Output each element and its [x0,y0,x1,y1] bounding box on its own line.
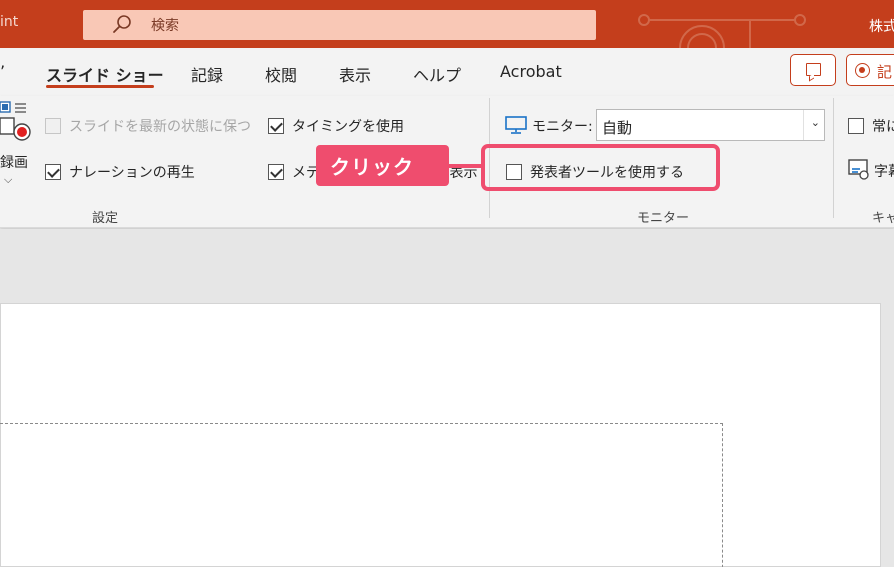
subtitle-settings-label: 字幕 [874,164,894,180]
monitor-select[interactable]: 自動 ⌄ [596,109,825,141]
tab-slideshow[interactable]: スライド ショー [46,62,164,86]
subtitle-settings-icon[interactable] [848,158,870,180]
tab-record[interactable]: 記録 [191,62,223,86]
group-label-monitors: モニター [637,211,690,226]
search-placeholder: 検索 [151,18,179,34]
use-timings-label: タイミングを使用 [292,119,404,135]
play-narrations-option[interactable]: ナレーションの再生 [45,162,195,182]
app-name: int [0,14,19,30]
tab-review[interactable]: 校閲 [265,62,297,86]
account-name[interactable]: 株式 [869,16,894,36]
active-tab-indicator [46,85,154,88]
show-media-controls-checkbox[interactable] [268,164,284,180]
always-use-subtitles-checkbox[interactable] [848,118,864,134]
always-use-subtitles-option[interactable]: 常に [848,116,894,136]
click-callout-text: クリック [330,155,414,179]
use-timings-checkbox[interactable] [268,118,284,134]
keep-slides-updated-checkbox[interactable] [45,118,61,134]
presenter-view-highlight [481,144,720,191]
group-label-setup: 設定 [92,211,119,226]
comments-button[interactable] [790,54,836,86]
slide-placeholder[interactable] [0,423,723,567]
tab-view[interactable]: 表示 [339,62,371,86]
tab-acrobat[interactable]: Acrobat [500,62,562,81]
record-slideshow-icon[interactable] [0,100,34,142]
title-bar: int 検索 株式 [0,0,894,48]
record-button[interactable]: 記 [846,54,894,86]
callout-connector [448,164,482,168]
keep-slides-updated-option[interactable]: スライドを最新の状態に保つ [45,116,251,136]
use-timings-option[interactable]: タイミングを使用 [268,116,404,136]
monitor-select-value: 自動 [602,119,633,137]
chevron-down-icon[interactable]: ⌵ [4,173,12,187]
monitor-label: モニター: [532,119,593,135]
chevron-down-icon[interactable]: ⌄ [811,116,820,129]
tab-help[interactable]: ヘルプ [413,62,461,86]
search-icon [113,15,131,33]
always-use-subtitles-label: 常に [872,119,894,135]
play-narrations-checkbox[interactable] [45,164,61,180]
keep-slides-updated-label: スライドを最新の状態に保つ [69,119,251,135]
monitor-icon [505,116,527,134]
record-slideshow-label: 録画 [0,155,28,171]
play-narrations-label: ナレーションの再生 [69,165,195,181]
group-separator [833,98,834,218]
circuit-decoration [638,14,806,48]
record-button-label: 記 [877,63,893,81]
tab-scroll-icon[interactable]: ’ [0,62,5,81]
comment-icon [806,63,821,76]
group-label-captions: キャ [872,211,894,226]
record-icon [855,63,870,78]
ribbon-tab-bar: ’ スライド ショー 記録 校閲 表示 ヘルプ Acrobat [0,48,894,96]
select-divider [803,110,804,140]
